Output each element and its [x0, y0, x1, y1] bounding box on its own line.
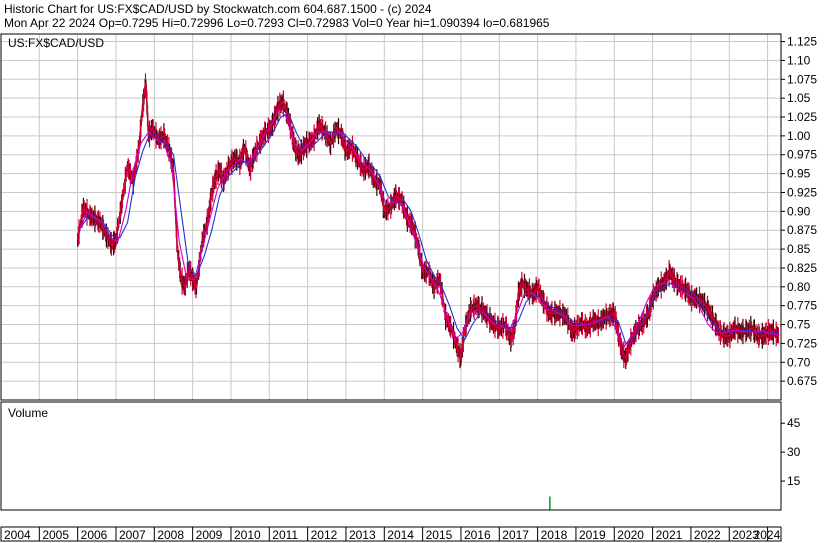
volume-tick-label: 45	[787, 416, 801, 430]
time-tick-label: 2021	[656, 528, 683, 542]
price-tick-label: 1.05	[787, 91, 811, 105]
time-tick-label: 2006	[81, 528, 108, 542]
volume-panel-title: Volume	[8, 406, 48, 420]
time-tick-label: 2022	[694, 528, 721, 542]
price-tick-label: 0.775	[787, 299, 817, 313]
price-tick-label: 1.075	[787, 72, 817, 86]
time-tick-label: 2004	[4, 528, 31, 542]
time-tick-label: 2012	[311, 528, 338, 542]
price-tick-label: 0.95	[787, 167, 811, 181]
price-tick-label: 0.75	[787, 318, 811, 332]
price-axis: 0.675 0.70 0.725 0.75 0.775 0.80 0.825 0.85 0.87…	[781, 35, 817, 388]
time-tick-label: 2024	[754, 528, 781, 542]
time-tick-label: 2014	[387, 528, 414, 542]
price-panel-title: US:FX$CAD/USD	[8, 36, 104, 50]
stock-chart: 0.675 0.70 0.725 0.75 0.775 0.80 0.825 0.85 0.87…	[0, 33, 817, 542]
time-tick-label: 2010	[234, 528, 261, 542]
time-tick-label: 2020	[617, 528, 644, 542]
time-tick-label: 2013	[349, 528, 376, 542]
price-tick-label: 0.925	[787, 185, 817, 199]
price-tick-label: 0.825	[787, 261, 817, 275]
time-tick-label: 2015	[426, 528, 453, 542]
time-tick-label: 2005	[42, 528, 69, 542]
time-tick-label: 2011	[272, 528, 298, 542]
time-tick-label: 2016	[464, 528, 491, 542]
time-tick-label: 2008	[157, 528, 184, 542]
price-tick-label: 1.025	[787, 110, 817, 124]
price-tick-label: 0.80	[787, 280, 811, 294]
price-tick-label: 0.85	[787, 242, 811, 256]
volume-tick-label: 30	[787, 445, 801, 459]
time-tick-label: 2009	[196, 528, 223, 542]
volume-panel-frame	[0, 401, 782, 511]
moving-average-line	[79, 108, 780, 349]
time-axis: 2004 2005 2006 2007 2008 2009 2010 2011 2012 2013…	[0, 527, 781, 542]
volume-axis: 15 30 45	[781, 416, 801, 488]
price-tick-label: 0.70	[787, 355, 811, 369]
time-tick-label: 2017	[502, 528, 529, 542]
volume-tick-label: 15	[787, 474, 801, 488]
price-tick-label: 0.875	[787, 223, 817, 237]
time-tick-label: 2019	[579, 528, 606, 542]
price-tick-label: 1.125	[787, 35, 817, 49]
price-tick-label: 0.90	[787, 204, 811, 218]
price-tick-label: 0.675	[787, 374, 817, 388]
price-tick-label: 0.975	[787, 148, 817, 162]
price-tick-label: 1.10	[787, 53, 811, 67]
price-tick-label: 0.725	[787, 336, 817, 350]
time-tick-label: 2018	[541, 528, 568, 542]
price-tick-label: 1.00	[787, 129, 811, 143]
moving-average-line	[81, 112, 780, 345]
time-tick-label: 2007	[119, 528, 146, 542]
